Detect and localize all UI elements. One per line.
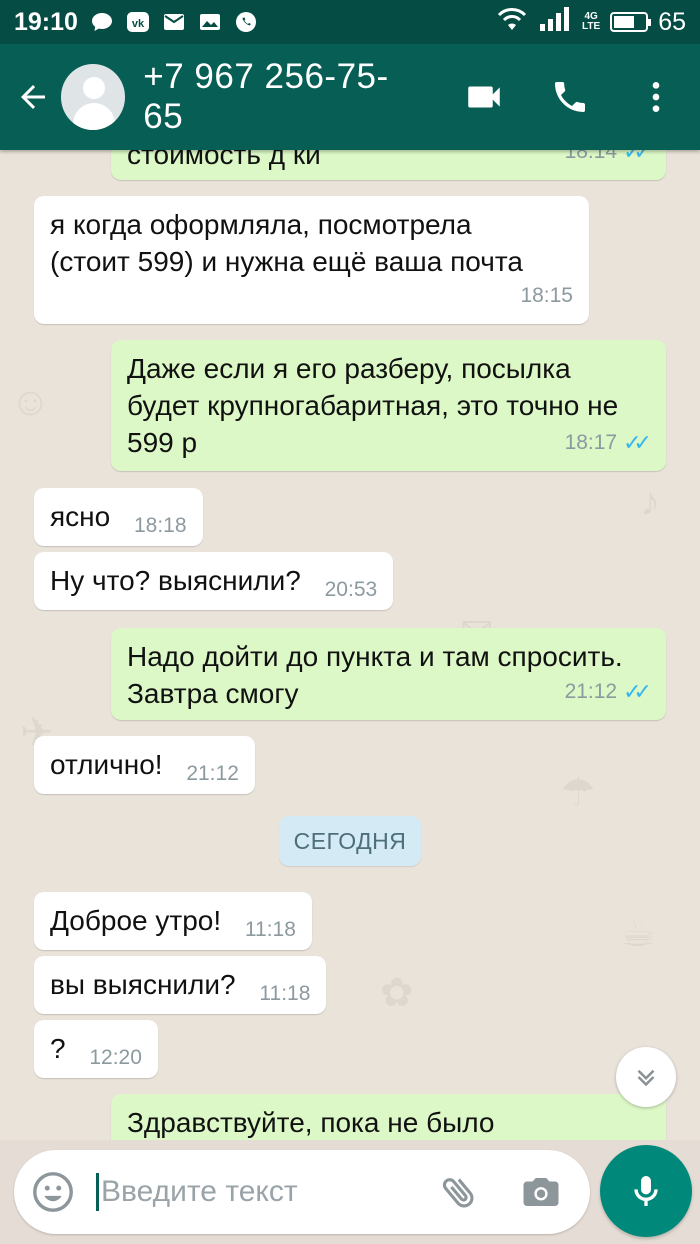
- message-meta: 21:12: [186, 755, 239, 792]
- message-meta: 12:20: [89, 1039, 142, 1076]
- message-meta: 18:14 ✓✓: [564, 150, 652, 170]
- more-vert-icon[interactable]: [632, 73, 680, 121]
- read-ticks-icon: ✓✓: [623, 430, 652, 455]
- message-time: 11:18: [259, 982, 311, 1005]
- phone-icon[interactable]: [546, 73, 594, 121]
- message-time: 12:20: [89, 1046, 142, 1069]
- date-separator: СЕГОДНЯ: [279, 816, 421, 866]
- message-outgoing[interactable]: Даже если я его разберу, посылка будет к…: [111, 340, 666, 471]
- battery-percent: 65: [658, 7, 686, 36]
- vk-icon: vk: [126, 10, 150, 34]
- status-time: 19:10: [14, 7, 78, 36]
- network-sub: LTE: [582, 21, 601, 32]
- message-time: 21:12: [564, 680, 618, 703]
- message-meta: 21:12 ✓✓: [564, 673, 652, 710]
- message-time: 18:14: [564, 150, 618, 163]
- message-incoming[interactable]: Ну что? выяснили? 20:53: [34, 552, 394, 610]
- wifi-icon: [496, 6, 528, 39]
- message-meta: 11:18: [245, 911, 296, 948]
- message-text: Ну что? выяснили?: [50, 565, 301, 596]
- battery-icon: [610, 12, 652, 32]
- message-composer: Введите текст: [14, 1150, 590, 1234]
- camera-icon[interactable]: [518, 1169, 564, 1215]
- message-text: Здравствуйте, пока не было: [127, 1107, 495, 1138]
- message-text: Даже если я его разберу, посылка будет к…: [127, 353, 619, 458]
- message-meta: 18:17 ✓✓: [564, 424, 652, 461]
- message-meta: 20:53: [325, 571, 378, 608]
- video-call-icon[interactable]: [460, 73, 508, 121]
- wallpaper-doodle: ☕: [620, 911, 656, 955]
- message-time: 18:15: [520, 284, 573, 307]
- header-actions: [422, 73, 700, 121]
- message-time: 20:53: [324, 578, 378, 601]
- message-text: Надо дойти до пункта и там спросить. Зав…: [127, 641, 623, 709]
- status-bar: 19:10 vk 4G LTE 65: [0, 0, 700, 44]
- mail-icon: [162, 10, 186, 34]
- message-icon: [90, 10, 114, 34]
- message-text: стоимость д ки: [127, 150, 321, 170]
- message-outgoing[interactable]: стоимость д ки 18:14 ✓✓: [111, 150, 666, 180]
- message-incoming[interactable]: ? 12:20: [34, 1020, 158, 1078]
- back-arrow-icon[interactable]: [8, 71, 59, 123]
- read-ticks-icon: ✓✓: [623, 150, 652, 164]
- message-text: я когда оформляла, посмотрела (стоит 599…: [50, 209, 523, 277]
- battery-fill: [614, 16, 634, 28]
- contact-name[interactable]: +7 967 256-75-65: [143, 57, 422, 137]
- wallpaper-doodle: ☂: [560, 771, 596, 815]
- message-time: 21:12: [186, 762, 239, 785]
- gallery-icon: [198, 10, 222, 34]
- status-right: 4G LTE 65: [496, 6, 686, 39]
- mic-icon[interactable]: [600, 1145, 692, 1237]
- message-outgoing[interactable]: Надо дойти до пункта и там спросить. Зав…: [111, 628, 666, 720]
- attach-icon[interactable]: [436, 1169, 482, 1215]
- message-time: 18:18: [133, 514, 187, 537]
- svg-text:vk: vk: [132, 18, 145, 30]
- chat-area[interactable]: ☺ ♪ ✉ ✈ ☂ ✿ ☕ стоимость д ки 18:14 ✓✓ я …: [0, 150, 700, 1140]
- message-meta: 18:15: [520, 277, 573, 314]
- wallpaper-doodle: ✿: [380, 971, 414, 1015]
- message-incoming[interactable]: ясно 18:18: [34, 488, 203, 546]
- emoji-icon[interactable]: [30, 1169, 76, 1215]
- message-text: Доброе утро!: [50, 905, 222, 936]
- message-meta: 18:18: [134, 507, 187, 544]
- whatsapp-icon: [234, 10, 258, 34]
- message-outgoing[interactable]: Здравствуйте, пока не было: [111, 1094, 666, 1140]
- signal-icon: [538, 6, 572, 39]
- message-text: отлично!: [50, 749, 163, 780]
- read-ticks-icon: ✓✓: [623, 679, 652, 704]
- network-type-label: 4G LTE: [582, 12, 600, 32]
- message-incoming[interactable]: Доброе утро! 11:18: [34, 892, 312, 950]
- message-text: ?: [50, 1033, 66, 1064]
- message-time: 18:17: [564, 431, 618, 454]
- message-time: 11:18: [244, 918, 296, 941]
- message-text: вы выяснили?: [50, 969, 236, 1000]
- avatar[interactable]: [60, 64, 126, 130]
- message-meta: 11:18: [259, 975, 310, 1012]
- message-incoming[interactable]: вы выяснили? 11:18: [34, 956, 327, 1014]
- wallpaper-doodle: ☺: [10, 380, 51, 424]
- chat-header: +7 967 256-75-65: [0, 44, 700, 150]
- message-text: ясно: [50, 501, 111, 532]
- message-incoming[interactable]: я когда оформляла, посмотрела (стоит 599…: [34, 196, 589, 324]
- message-incoming[interactable]: отлично! 21:12: [34, 736, 255, 794]
- message-input[interactable]: Введите текст: [96, 1173, 436, 1211]
- scroll-down-icon[interactable]: [616, 1047, 676, 1107]
- wallpaper-doodle: ♪: [640, 480, 660, 524]
